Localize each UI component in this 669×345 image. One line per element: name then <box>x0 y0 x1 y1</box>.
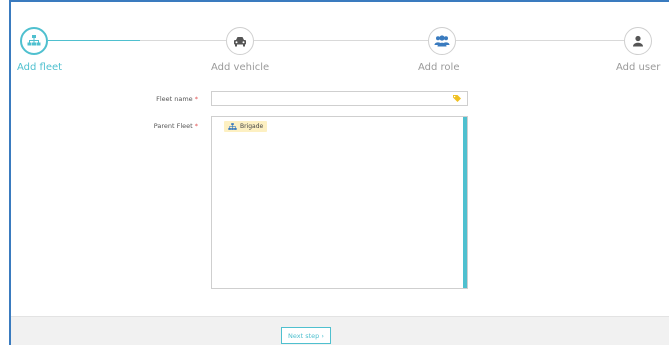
tree-scrollbar[interactable] <box>463 117 467 288</box>
sitemap-icon <box>228 122 237 130</box>
step-connector <box>254 40 428 41</box>
required-mark: * <box>194 95 198 103</box>
step-label-add-vehicle: Add vehicle <box>211 62 270 73</box>
users-icon <box>434 35 450 47</box>
parent-fleet-label: Parent Fleet * <box>153 122 198 130</box>
user-icon <box>633 35 643 47</box>
step-connector <box>140 40 226 41</box>
step-connector <box>456 40 624 41</box>
parent-fleet-tree[interactable]: Brigade <box>211 116 468 289</box>
step-add-fleet[interactable] <box>20 27 48 55</box>
step-label-add-user: Add user <box>616 62 661 73</box>
wizard-footer <box>11 316 669 345</box>
step-label-add-fleet: Add fleet <box>17 62 63 73</box>
step-add-role[interactable] <box>428 27 456 55</box>
step-label-add-role: Add role <box>418 62 460 73</box>
step-connector-done <box>48 40 140 41</box>
step-add-user[interactable] <box>624 27 652 55</box>
required-mark: * <box>194 122 198 130</box>
fleet-name-label: Fleet name * <box>156 95 198 103</box>
step-add-vehicle[interactable] <box>226 27 254 55</box>
car-icon <box>234 36 246 46</box>
tree-node-label: Brigade <box>240 123 264 130</box>
next-step-button[interactable]: Next step › <box>281 327 331 344</box>
sitemap-icon <box>27 35 41 46</box>
fleet-name-input[interactable] <box>211 91 468 106</box>
tag-icon <box>453 95 461 102</box>
tree-node-brigade[interactable]: Brigade <box>224 121 268 132</box>
